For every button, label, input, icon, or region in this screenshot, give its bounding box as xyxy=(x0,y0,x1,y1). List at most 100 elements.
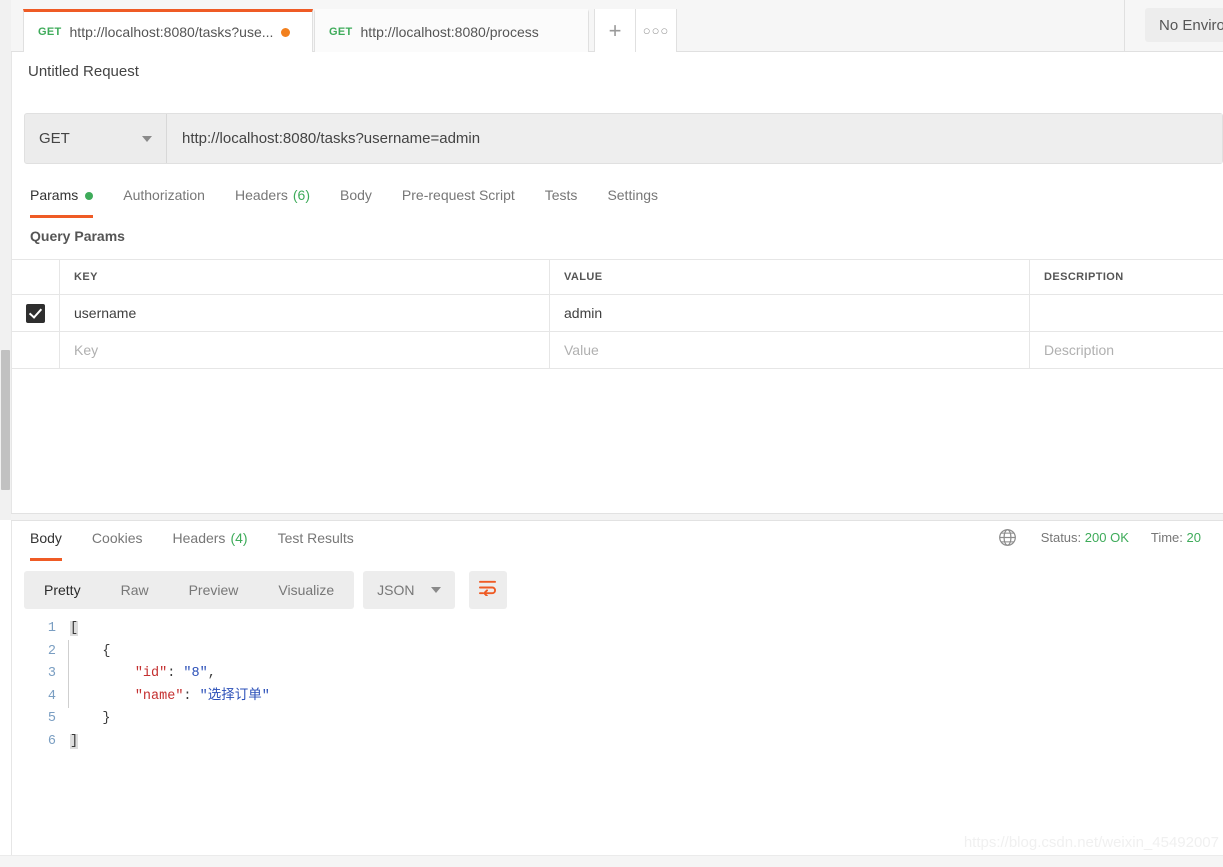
code-line-number: 5 xyxy=(47,711,56,726)
globe-icon[interactable] xyxy=(998,528,1017,547)
row-value-value: admin xyxy=(564,305,603,321)
tab-headers-label: Headers xyxy=(234,187,288,203)
postman-window: GET http://localhost:8080/tasks?use... G… xyxy=(0,0,1223,867)
tab-pre-request-script[interactable]: Pre-request Script xyxy=(402,178,515,218)
tab-tests-label: Tests xyxy=(544,187,578,203)
response-body-code[interactable]: 1[2 {3 "id": "8", 4 "name": "选择订单" 5 } 6] xyxy=(24,618,1223,753)
tab-method-label: GET xyxy=(38,26,62,38)
tab-body[interactable]: Body xyxy=(340,178,372,218)
header-cell-checkbox xyxy=(12,260,60,294)
tab-tests[interactable]: Tests xyxy=(545,178,578,218)
empty-row-checkbox-cell[interactable] xyxy=(12,332,60,368)
wrap-lines-button[interactable] xyxy=(468,571,507,609)
tab-headers[interactable]: Headers (6) xyxy=(235,178,310,218)
left-scrollbar-track[interactable] xyxy=(0,0,11,520)
empty-row-description-placeholder: Description xyxy=(1044,342,1115,358)
http-method-value: GET xyxy=(39,130,70,147)
response-tab-cookies[interactable]: Cookies xyxy=(92,521,143,561)
empty-row-description-cell[interactable]: Description xyxy=(1030,332,1223,368)
window-bottom-bar xyxy=(0,855,1223,867)
status-value: 200 OK xyxy=(1084,530,1129,545)
http-method-select[interactable]: GET xyxy=(25,114,167,163)
request-title: Untitled Request xyxy=(28,63,139,80)
tab-url-label: http://localhost:8080/tasks?use... xyxy=(69,24,274,40)
response-tab-headers[interactable]: Headers (4) xyxy=(173,521,248,561)
response-tab-headers-label: Headers xyxy=(172,530,226,546)
unsaved-changes-dot-icon xyxy=(281,27,291,37)
code-line-text: { xyxy=(70,643,111,659)
tab-body-label: Body xyxy=(340,187,372,203)
header-cell-value: VALUE xyxy=(550,260,1030,294)
view-mode-visualize[interactable]: Visualize xyxy=(258,571,354,609)
code-line-text: "id": "8", xyxy=(134,666,216,681)
row-key-cell[interactable]: username xyxy=(60,295,550,331)
code-line-text: "name": "选择订单" xyxy=(134,688,270,704)
watermark-text: https://blog.csdn.net/weixin_45492007 xyxy=(963,834,1219,851)
response-tab-body-label: Body xyxy=(30,530,62,546)
row-enabled-checkbox[interactable] xyxy=(26,303,45,323)
code-line: 6] xyxy=(24,731,1223,754)
code-line-number: 4 xyxy=(47,688,56,704)
response-status-strip: Status: 200 OK Time: 20 xyxy=(998,528,1223,547)
header-cell-description: DESCRIPTION xyxy=(1044,271,1124,283)
left-rail-lower xyxy=(11,521,12,855)
tab-params-label: Params xyxy=(30,187,79,203)
table-row-empty: Key Value Description xyxy=(12,332,1223,369)
environment-selector[interactable]: No Enviro xyxy=(1145,8,1223,42)
tab-url-label: http://localhost:8080/process xyxy=(360,24,539,40)
code-line-number: 3 xyxy=(47,666,56,681)
url-input[interactable]: http://localhost:8080/tasks?username=adm… xyxy=(167,114,1222,163)
time-badge[interactable]: Time: 20 xyxy=(1151,530,1201,545)
tab-authorization[interactable]: Authorization xyxy=(123,178,205,218)
plus-icon: + xyxy=(608,17,622,43)
request-section-tabs: Params Authorization Headers (6) Body Pr… xyxy=(12,178,1223,218)
status-label: Status: xyxy=(1040,530,1082,545)
view-mode-preview[interactable]: Preview xyxy=(169,571,259,609)
code-line-text: [ xyxy=(70,621,79,636)
row-description-cell[interactable] xyxy=(1030,295,1223,331)
row-key-value: username xyxy=(74,305,137,321)
tab-options-button[interactable]: ○○○ xyxy=(635,9,677,52)
tab-headers-count: (6) xyxy=(292,187,310,203)
new-tab-button[interactable]: + xyxy=(594,9,636,52)
tab-settings-label: Settings xyxy=(607,187,659,203)
empty-row-value-cell[interactable]: Value xyxy=(550,332,1030,368)
response-view-toolbar: Pretty Raw Preview Visualize JSON xyxy=(24,571,507,609)
query-params-heading: Query Params xyxy=(30,228,125,244)
response-format-value: JSON xyxy=(377,582,415,598)
view-mode-raw[interactable]: Raw xyxy=(101,571,169,609)
row-checkbox-cell[interactable] xyxy=(12,295,60,331)
request-tab-process[interactable]: GET http://localhost:8080/process xyxy=(314,9,589,52)
code-line-number: 2 xyxy=(47,643,56,659)
code-line: 5 } xyxy=(24,708,1223,731)
tab-pre-request-script-label: Pre-request Script xyxy=(401,187,515,203)
empty-row-value-placeholder: Value xyxy=(564,342,599,358)
pane-splitter[interactable] xyxy=(11,513,1223,521)
response-format-select[interactable]: JSON xyxy=(363,571,455,609)
tabbar-separator xyxy=(1124,0,1125,52)
table-row: username admin xyxy=(12,295,1223,332)
code-line-text: } xyxy=(70,711,111,726)
empty-row-key-cell[interactable]: Key xyxy=(60,332,550,368)
ellipsis-icon: ○○○ xyxy=(642,23,670,38)
code-line: 3 "id": "8", xyxy=(24,663,1223,686)
tab-params[interactable]: Params xyxy=(30,178,94,218)
tab-settings[interactable]: Settings xyxy=(607,178,658,218)
chevron-down-icon xyxy=(430,587,441,593)
chevron-down-icon xyxy=(142,135,152,142)
view-mode-pretty[interactable]: Pretty xyxy=(24,571,101,609)
table-header-row: KEY VALUE DESCRIPTION xyxy=(12,260,1223,295)
response-tab-test-results[interactable]: Test Results xyxy=(278,521,354,561)
left-scrollbar-thumb[interactable] xyxy=(1,350,10,490)
row-value-cell[interactable]: admin xyxy=(550,295,1030,331)
url-bar: GET http://localhost:8080/tasks?username… xyxy=(24,113,1223,164)
header-cell-key: KEY xyxy=(60,260,550,294)
response-tab-cookies-label: Cookies xyxy=(91,530,143,546)
empty-row-key-placeholder: Key xyxy=(74,342,99,358)
code-line-number: 1 xyxy=(47,621,56,636)
params-active-dot-icon xyxy=(85,192,94,200)
request-tab-active[interactable]: GET http://localhost:8080/tasks?use... xyxy=(23,9,313,52)
status-badge[interactable]: Status: 200 OK xyxy=(1041,530,1129,545)
response-tab-body[interactable]: Body xyxy=(30,521,62,561)
code-line: 4 "name": "选择订单" xyxy=(24,686,1223,709)
